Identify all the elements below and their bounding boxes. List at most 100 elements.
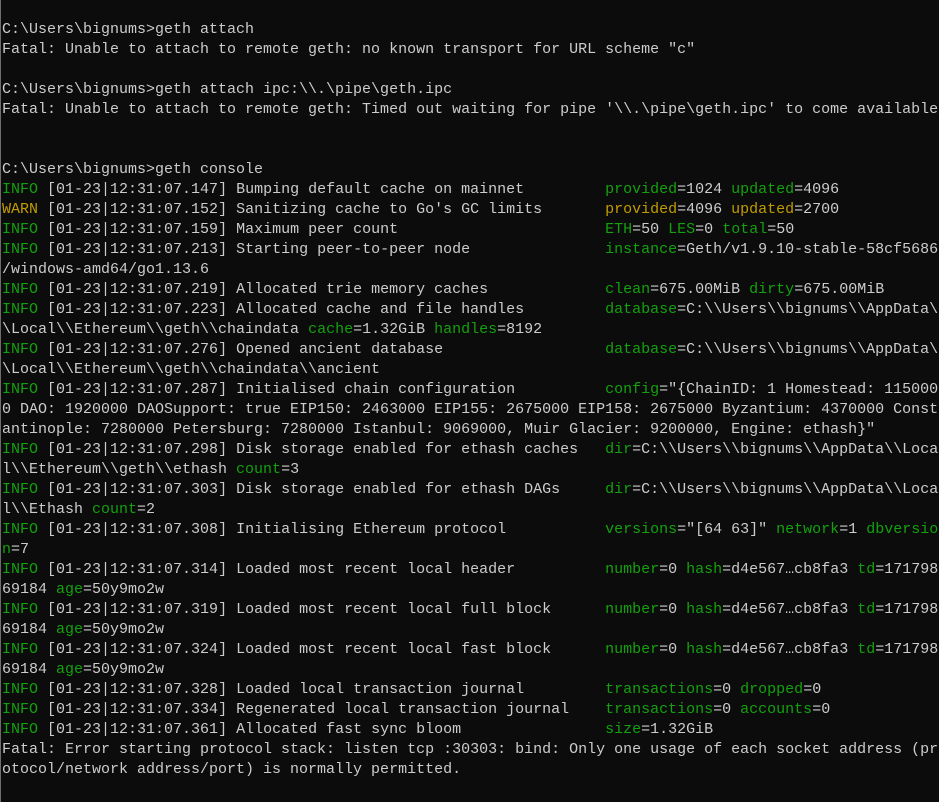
context-key: provided — [605, 181, 678, 198]
text-segment: =50y9mo2w — [83, 581, 165, 598]
context-key: td — [857, 601, 876, 618]
log-timestamp: 01-23|12:31:07.334 — [56, 701, 219, 718]
text-segment: =0 — [659, 561, 687, 578]
text-segment: =C:\\Users\\bignums\\AppData\\Loca — [632, 441, 939, 458]
log-bracket-close: ] — [218, 481, 237, 498]
context-key: versions — [605, 521, 678, 538]
log-message: Allocated cache and file handles — [236, 301, 525, 318]
text-segment: Fatal: Error starting protocol stack: li… — [2, 741, 939, 758]
text-segment: ="{ChainID: 1 Homestead: 115000 — [659, 381, 939, 398]
log-message: Regenerated local transaction journal — [236, 701, 570, 718]
log-timestamp: 01-23|12:31:07.219 — [56, 281, 219, 298]
log-bracket-open: [ — [38, 701, 57, 718]
log-bracket-open: [ — [38, 441, 57, 458]
log-message: Loaded most recent local header — [236, 561, 516, 578]
log-bracket-open: [ — [38, 481, 57, 498]
log-bracket-open: [ — [38, 561, 57, 578]
text-segment: =50y9mo2w — [83, 661, 165, 678]
context-key: cache — [308, 321, 354, 338]
log-line: INFO [01-23|12:31:07.147] Bumping defaul… — [1, 180, 939, 200]
terminal-window[interactable]: C:\Users\bignums>geth attach Fatal: Unabl… — [0, 0, 939, 802]
context-key: accounts — [740, 701, 813, 718]
context-key: dbversio — [866, 521, 939, 538]
text-segment: =675.00MiB — [650, 281, 750, 298]
log-bracket-open: [ — [38, 281, 57, 298]
log-level: INFO — [2, 721, 39, 738]
log-bracket-open: [ — [38, 221, 57, 238]
context-key: size — [605, 721, 642, 738]
text-segment: =50 — [767, 221, 795, 238]
log-message: Allocated fast sync bloom — [236, 721, 462, 738]
log-message: Allocated trie memory caches — [236, 281, 489, 298]
text-segment: =Geth/v1.9.10-stable-58cf5686 — [677, 241, 939, 258]
text-segment: =0 — [659, 601, 687, 618]
log-line: INFO [01-23|12:31:07.159] Maximum peer c… — [1, 220, 939, 240]
log-line: INFO [01-23|12:31:07.324] Loaded most re… — [1, 640, 939, 660]
log-timestamp: 01-23|12:31:07.303 — [56, 481, 219, 498]
context-key: handles — [434, 321, 498, 338]
log-bracket-open: [ — [38, 681, 57, 698]
log-level: INFO — [2, 441, 39, 458]
log-bracket-close: ] — [218, 561, 237, 578]
text-segment: =3 — [281, 461, 300, 478]
log-level: INFO — [2, 481, 39, 498]
log-bracket-open: [ — [38, 241, 57, 258]
context-key: ETH — [605, 221, 633, 238]
log-line: INFO [01-23|12:31:07.287] Initialised ch… — [1, 380, 939, 400]
text-segment: Fatal: Unable to attach to remote geth: … — [2, 41, 696, 58]
output-line: 69184 age=50y9mo2w — [1, 660, 939, 680]
log-level: INFO — [2, 221, 39, 238]
context-key: dirty — [749, 281, 795, 298]
log-message: Bumping default cache on mainnet — [236, 181, 525, 198]
context-key: hash — [686, 601, 723, 618]
context-key: dropped — [740, 681, 804, 698]
text-segment: =171798 — [875, 641, 939, 658]
text-segment: =1024 — [677, 181, 732, 198]
context-key: td — [857, 561, 876, 578]
context-key: provided — [605, 201, 678, 218]
log-line: INFO [01-23|12:31:07.298] Disk storage e… — [1, 440, 939, 460]
log-bracket-open: [ — [38, 601, 57, 618]
text-segment: =d4e567…cb8fa3 — [722, 641, 858, 658]
log-bracket-close: ] — [218, 381, 237, 398]
log-timestamp: 01-23|12:31:07.361 — [56, 721, 219, 738]
log-message: Initialising Ethereum protocol — [236, 521, 507, 538]
log-timestamp: 01-23|12:31:07.213 — [56, 241, 219, 258]
text-segment: =7 — [11, 541, 30, 558]
log-bracket-close: ] — [218, 441, 237, 458]
text-segment: =0 — [812, 701, 831, 718]
log-message: Sanitizing cache to Go's GC limits — [236, 201, 543, 218]
context-key: network — [776, 521, 840, 538]
log-message: Opened ancient database — [236, 341, 444, 358]
log-bracket-close: ] — [218, 701, 237, 718]
log-line: INFO [01-23|12:31:07.276] Opened ancient… — [1, 340, 939, 360]
text-segment: Fatal: Unable to attach to remote geth: … — [2, 101, 939, 118]
log-level: INFO — [2, 681, 39, 698]
output-line: n=7 — [1, 540, 939, 560]
text-segment: C:\Users\bignums>geth attach ipc:\\.\pip… — [2, 81, 453, 98]
log-level: INFO — [2, 381, 39, 398]
text-segment: \Local\\Ethereum\\geth\\chaindata\\ancie… — [2, 361, 381, 378]
log-bracket-close: ] — [218, 601, 237, 618]
text-segment: =675.00MiB — [794, 281, 885, 298]
text-segment: C:\Users\bignums>geth console — [2, 161, 264, 178]
text-segment: \Local\\Ethereum\\geth\\chaindata — [2, 321, 309, 338]
log-level: INFO — [2, 241, 39, 258]
log-timestamp: 01-23|12:31:07.298 — [56, 441, 219, 458]
text-segment: =50 — [632, 221, 669, 238]
text-segment: =0 — [695, 221, 723, 238]
log-timestamp: 01-23|12:31:07.147 — [56, 181, 219, 198]
log-message: Disk storage enabled for ethash DAGs — [236, 481, 561, 498]
output-line: \Local\\Ethereum\\geth\\chaindata cache=… — [1, 320, 939, 340]
output-line: /windows-amd64/go1.13.6 — [1, 260, 939, 280]
log-line: INFO [01-23|12:31:07.308] Initialising E… — [1, 520, 939, 540]
text-segment: =d4e567…cb8fa3 — [722, 601, 858, 618]
text-segment: =4096 — [794, 181, 840, 198]
text-segment: =1.32GiB — [641, 721, 714, 738]
log-line: INFO [01-23|12:31:07.303] Disk storage e… — [1, 480, 939, 500]
output-line: antinople: 7280000 Petersburg: 7280000 I… — [1, 420, 939, 440]
text-segment: =C:\\Users\\bignums\\AppData\ — [677, 341, 939, 358]
output-line: C:\Users\bignums>geth console — [1, 160, 939, 180]
context-key: count — [92, 501, 138, 518]
